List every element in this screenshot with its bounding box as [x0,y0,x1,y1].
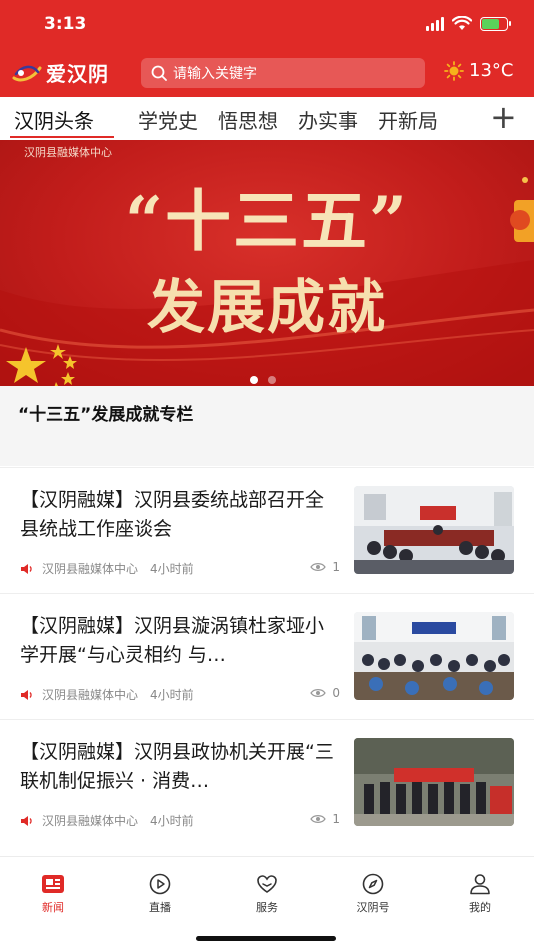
speaker-icon [21,689,32,700]
news-views: 1 [310,560,340,574]
banner-caption[interactable]: “十三五”发展成就专栏 [0,386,534,466]
signal-icon [426,16,444,31]
news-source: 汉阴县融媒体中心 [42,562,139,576]
banner-headline: “十三五” [125,182,409,260]
status-icons [426,16,511,31]
eye-icon [310,689,327,697]
news-views: 1 [310,812,340,826]
nav-live[interactable]: 直播 [130,873,190,915]
news-item[interactable]: 【汉阴融媒】汉阴县漩涡镇杜家垭小学开展“与心灵相约 与… 汉阴县融媒体中心 4小… [0,593,534,719]
news-title: 【汉阴融媒】汉阴县政协机关开展“三联机制促振兴 · 消费… [20,741,334,792]
news-title: 【汉阴融媒】汉阴县委统战部召开全县统战工作座谈会 [20,489,325,540]
profile-icon [470,874,490,895]
service-icon [257,875,277,893]
app-logo[interactable]: 爱汉阴 [12,58,109,87]
eye-icon [310,563,327,571]
nav-profile[interactable]: 我的 [450,873,510,915]
eye-icon [310,815,327,823]
news-source: 汉阴县融媒体中心 [42,688,139,702]
news-meta: 汉阴县融媒体中心 4小时前 1 [20,560,340,577]
news-icon [42,875,64,893]
nav-service[interactable]: 服务 [237,873,297,915]
nav-hanyin-account-label: 汉阴号 [356,901,390,914]
news-thumbnail [354,738,514,826]
weather-temperature: 13°C [469,60,514,81]
tab-hanyin-headlines[interactable]: 汉阴头条 [14,105,94,134]
news-view-count: 1 [332,560,340,574]
news-views: 0 [310,686,340,700]
nav-service-label: 服务 [256,901,278,914]
news-meta: 汉阴县融媒体中心 4小时前 1 [20,812,340,829]
nav-news[interactable]: 新闻 [23,873,83,915]
tab-party-history[interactable]: 学党史 [138,105,198,134]
news-title: 【汉阴融媒】汉阴县漩涡镇杜家垭小学开展“与心灵相约 与… [20,615,325,666]
news-thumbnail [354,612,514,700]
search-input[interactable]: 请输入关键字 [141,58,425,88]
status-time: 3:13 [44,14,87,34]
tab-practical-matters[interactable]: 办实事 [298,105,358,134]
sun-icon [444,60,464,81]
speaker-icon [21,815,32,826]
news-time: 4小时前 [150,688,194,702]
news-time: 4小时前 [150,562,194,576]
add-channel-icon[interactable]: + [490,99,517,135]
battery-icon [480,16,511,31]
nav-news-label: 新闻 [42,901,64,914]
tab-thought[interactable]: 悟思想 [218,105,278,134]
tab-new-chapter[interactable]: 开新局 [378,105,438,134]
carousel-dot [268,376,276,384]
news-view-count: 0 [332,686,340,700]
nav-profile-label: 我的 [469,901,491,914]
banner-caption-text: “十三五”发展成就专栏 [18,405,194,425]
news-item[interactable]: 【汉阴融媒】汉阴县委统战部召开全县统战工作座谈会 汉阴县融媒体中心 4小时前 1 [0,467,534,593]
home-indicator[interactable] [196,936,336,941]
news-thumbnail [354,486,514,574]
banner-carousel[interactable]: 汉阴县融媒体中心 “十三五” 发展成就 [0,140,534,386]
active-tab-indicator [10,136,114,138]
news-time: 4小时前 [150,814,194,828]
carousel-dot-active [250,376,258,384]
banner-source: 汉阴县融媒体中心 [24,146,112,159]
channel-tabs: 汉阴头条 学党史 悟思想 办实事 开新局 + [0,97,534,140]
news-view-count: 1 [332,812,340,826]
wifi-icon [452,16,472,30]
speaker-icon [21,563,32,574]
search-icon [151,65,167,81]
logo-text: 爱汉阴 [46,62,109,86]
app-header: 3:13 爱汉阴 请输入关键字 13°C [0,0,534,97]
news-item[interactable]: 【汉阴融媒】汉阴县政协机关开展“三联机制促振兴 · 消费… 汉阴县融媒体中心 4… [0,719,534,845]
weather-widget[interactable]: 13°C [444,60,513,81]
search-placeholder: 请输入关键字 [173,66,257,82]
news-meta: 汉阴县融媒体中心 4小时前 0 [20,686,340,703]
nav-hanyin-account[interactable]: 汉阴号 [343,873,403,915]
logo-swoosh-icon [12,65,42,81]
status-bar: 3:13 [0,0,534,50]
news-source: 汉阴县融媒体中心 [42,814,139,828]
compass-icon [362,873,384,895]
carousel-indicator [250,376,276,384]
live-icon [149,873,171,895]
banner-subheadline: 发展成就 [146,273,387,341]
nav-live-label: 直播 [149,901,171,914]
